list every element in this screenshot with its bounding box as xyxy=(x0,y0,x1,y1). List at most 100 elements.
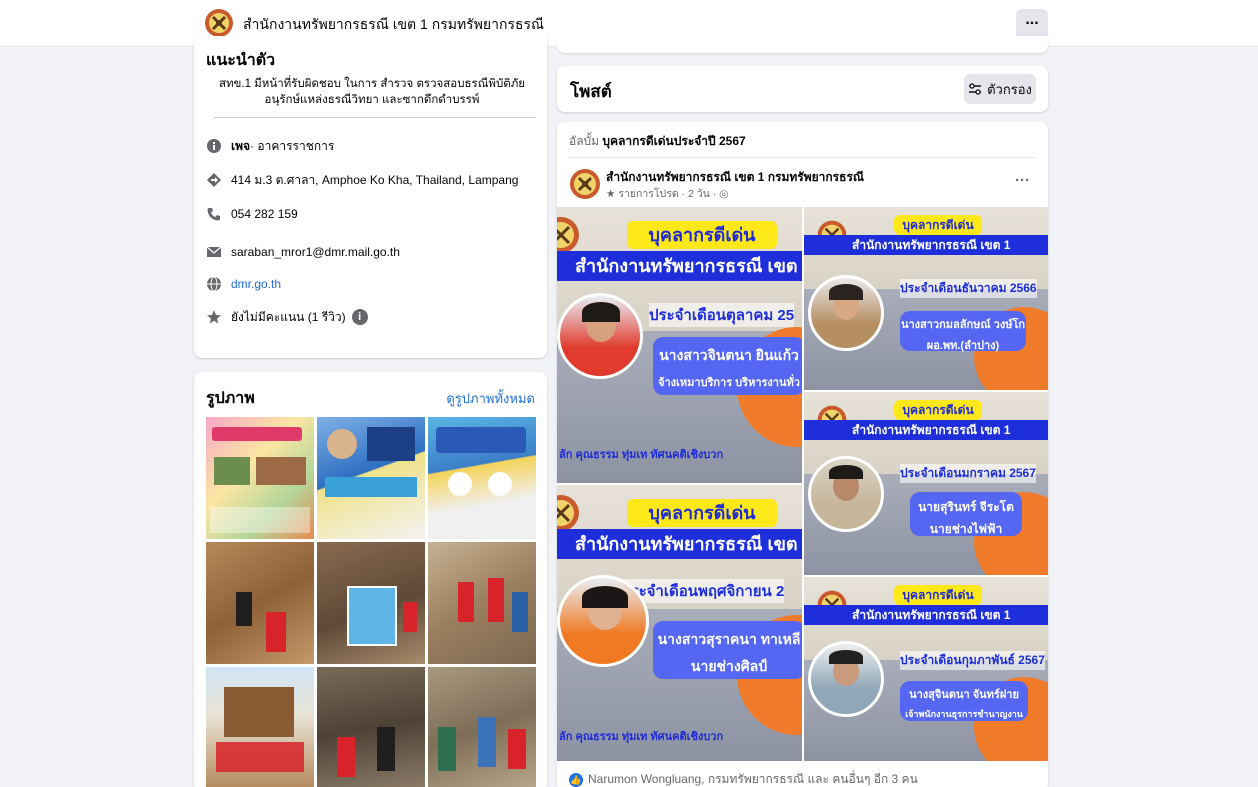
page-name[interactable]: สำนักงานทรัพยากรธรณี เขต 1 กรมทรัพยากรธร… xyxy=(243,14,544,36)
tile-heading: บุคลากรดีเด่น xyxy=(627,499,777,527)
photo-thumbnail[interactable] xyxy=(317,667,425,787)
posts-title: โพสต์ xyxy=(570,82,612,101)
tile-month: ประจำเดือนกุมภาพันธ์ 2567 xyxy=(900,651,1045,670)
tile-role: นายช่างศิลป์ xyxy=(690,658,768,674)
more-options-button[interactable]: ... xyxy=(1016,9,1048,39)
tile-heading: บุคลากรดีเด่น xyxy=(894,585,982,605)
see-all-photos-link[interactable]: ดูรูปภาพทั้งหมด xyxy=(446,388,535,409)
category-prefix: เพจ xyxy=(231,138,251,153)
album-name-link[interactable]: บุคลากรดีเด่นประจำปี 2567 xyxy=(602,134,745,148)
photo-thumbnail[interactable] xyxy=(428,542,536,664)
rating-text: ยังไม่มีคะแนน (1 รีวิว) xyxy=(231,309,346,324)
tile-name: นางสาวจินตนา ยินแก้ว xyxy=(659,347,799,363)
tile-role: นายช่างไฟฟ้า xyxy=(929,522,1003,536)
website-link[interactable]: dmr.go.th xyxy=(231,277,281,291)
tile-role: เจ้าพนักงานธุรการชำนาญงาน xyxy=(905,709,1023,719)
album-prefix: อัลบั้ม xyxy=(569,134,603,148)
info-address: 414 ม.3 ต.ศาลา, Amphoe Ko Kha, Thailand,… xyxy=(206,170,518,190)
tile-heading: บุคลากรดีเด่น xyxy=(627,221,777,249)
info-category: เพจ · อาคารราชการ xyxy=(206,136,334,156)
tile-office: สำนักงานทรัพยากรธรณี เขต 1 xyxy=(557,529,802,559)
tile-month: ประจำเดือนตุลาคม 25 xyxy=(649,303,795,327)
tile-footer: ลัก คุณธรรม ทุ่มเท ทัศนคติเชิงบวก xyxy=(559,449,724,461)
globe-icon xyxy=(206,276,222,292)
seal-icon xyxy=(557,217,579,253)
divider xyxy=(214,117,536,118)
post-image-tile[interactable]: บุคลากรดีเด่น สำนักงานทรัพยากรธรณี เขต 1… xyxy=(804,207,1048,390)
photos-card: รูปภาพ ดูรูปภาพทั้งหมด xyxy=(194,372,547,787)
photo-thumbnail[interactable] xyxy=(206,542,314,664)
seal-icon xyxy=(557,495,579,531)
tile-heading: บุคลากรดีเด่น xyxy=(894,400,982,420)
tile-month: ประจำเดือนมกราคม 2567 xyxy=(900,464,1036,483)
intro-description: สทข.1 มีหน้าที่รับผิดชอบ ในการ สำรวจ ตรว… xyxy=(218,78,526,106)
portrait-image xyxy=(808,641,884,717)
tile-role: จ้างเหมาบริการ บริหารงานทั่ว xyxy=(658,377,800,389)
tile-name-box: นางสาวจินตนา ยินแก้ว จ้างเหมาบริการ บริห… xyxy=(653,337,802,395)
post-image-tile[interactable]: บุคลากรดีเด่น สำนักงานทรัพยากรธรณี เขต 1… xyxy=(804,577,1048,761)
post-card: อัลบั้ม บุคลากรดีเด่นประจำปี 2567 สำนักง… xyxy=(557,122,1048,787)
tile-name: นางสาวสุราคนา ทาเหลี xyxy=(657,631,801,647)
tile-name-box: นางสาวกมลลักษณ์ วงษ์โก ผอ.พท.(ลำปาง) xyxy=(900,311,1026,352)
rating-info-icon[interactable]: i xyxy=(351,309,368,325)
author-avatar[interactable] xyxy=(569,168,601,200)
tile-name: นางสาวกมลลักษณ์ วงษ์โก xyxy=(900,319,1026,331)
tile-name-box: นางสาวสุราคนา ทาเหลี นายช่างศิลป์ xyxy=(653,621,802,679)
filter-icon xyxy=(969,83,982,95)
info-email: saraban_mror1@dmr.mail.go.th xyxy=(206,242,400,262)
tile-office: สำนักงานทรัพยากรธรณี เขต 1 xyxy=(557,251,802,281)
filter-button[interactable]: ตัวกรอง xyxy=(964,74,1036,104)
post-meta[interactable]: ★ รายการโปรด · 2 วัน · ◎ xyxy=(606,185,728,202)
info-icon xyxy=(206,138,222,154)
post-image-tile[interactable]: บุคลากรดีเด่น สำนักงานทรัพยากรธรณี เขต 1… xyxy=(557,207,802,483)
info-website[interactable]: dmr.go.th xyxy=(206,274,281,294)
portrait-image xyxy=(557,575,649,667)
tile-name-box: นายสุรินทร์ จีระโต นายช่างไฟฟ้า xyxy=(910,492,1022,536)
composer-card-edge xyxy=(557,36,1048,53)
tile-name: นายสุรินทร์ จีระโต xyxy=(918,500,1014,514)
tile-office: สำนักงานทรัพยากรธรณี เขต 1 xyxy=(804,605,1048,625)
tile-heading: บุคลากรดีเด่น xyxy=(894,215,982,235)
divider xyxy=(569,157,1036,158)
reactions-summary[interactable]: 👍 Narumon Wongluang, กรมทรัพยากรธรณี และ… xyxy=(569,770,918,787)
posts-header-card: โพสต์ ตัวกรอง xyxy=(557,66,1048,112)
tile-footer: ลัก คุณธรรม ทุ่มเท ทัศนคติเชิงบวก xyxy=(559,731,724,743)
tile-month: ประจำเดือนธันวาคม 2566 xyxy=(900,279,1037,298)
portrait-image xyxy=(808,456,884,532)
dmr-seal-logo[interactable] xyxy=(204,8,234,38)
photo-thumbnail[interactable] xyxy=(428,667,536,787)
portrait-image xyxy=(808,275,884,351)
directions-icon xyxy=(206,172,222,188)
category-text: · อาคารราชการ xyxy=(250,138,335,153)
tile-office: สำนักงานทรัพยากรธรณี เขต 1 xyxy=(804,235,1048,255)
info-rating: ยังไม่มีคะแนน (1 รีวิว) i xyxy=(206,307,368,327)
info-phone: 054 282 159 xyxy=(206,204,298,224)
phone-text: 054 282 159 xyxy=(231,207,298,221)
photo-thumbnail[interactable] xyxy=(206,667,314,787)
album-line: อัลบั้ม บุคลากรดีเด่นประจำปี 2567 xyxy=(569,132,746,151)
photo-thumbnail[interactable] xyxy=(317,542,425,664)
photo-thumbnail[interactable] xyxy=(317,417,425,539)
reactions-text[interactable]: Narumon Wongluang, กรมทรัพยากรธรณี และ ค… xyxy=(588,770,918,787)
star-icon xyxy=(206,309,222,325)
post-image-tile[interactable]: บุคลากรดีเด่น สำนักงานทรัพยากรธรณี เขต 1… xyxy=(557,485,802,761)
filter-label: ตัวกรอง xyxy=(987,81,1032,97)
address-text: 414 ม.3 ต.ศาลา, Amphoe Ko Kha, Thailand,… xyxy=(231,172,519,187)
portrait-image xyxy=(557,293,643,379)
email-icon xyxy=(206,244,222,260)
phone-icon xyxy=(206,206,222,222)
post-image-tile[interactable]: บุคลากรดีเด่น สำนักงานทรัพยากรธรณี เขต 1… xyxy=(804,392,1048,575)
tile-month: ประจำเดือนพฤศจิกายน 2 xyxy=(621,579,785,603)
email-text: saraban_mror1@dmr.mail.go.th xyxy=(231,245,400,259)
tile-role: ผอ.พท.(ลำปาง) xyxy=(926,340,1000,352)
like-reaction-icon: 👍 xyxy=(569,772,583,787)
photos-title: รูปภาพ xyxy=(206,390,255,407)
tile-office: สำนักงานทรัพยากรธรณี เขต 1 xyxy=(804,420,1048,440)
tile-name: นางสุจินตนา จันทร์ฝาย xyxy=(909,689,1019,701)
intro-title: แนะนำตัว xyxy=(206,52,276,69)
tile-name-box: นางสุจินตนา จันทร์ฝาย เจ้าพนักงานธุรการช… xyxy=(900,681,1028,721)
intro-card: แนะนำตัว สทข.1 มีหน้าที่รับผิดชอบ ในการ … xyxy=(194,36,547,358)
photo-thumbnail[interactable] xyxy=(206,417,314,539)
photo-thumbnail[interactable] xyxy=(428,417,536,539)
post-more-button[interactable]: ··· xyxy=(1015,172,1030,189)
